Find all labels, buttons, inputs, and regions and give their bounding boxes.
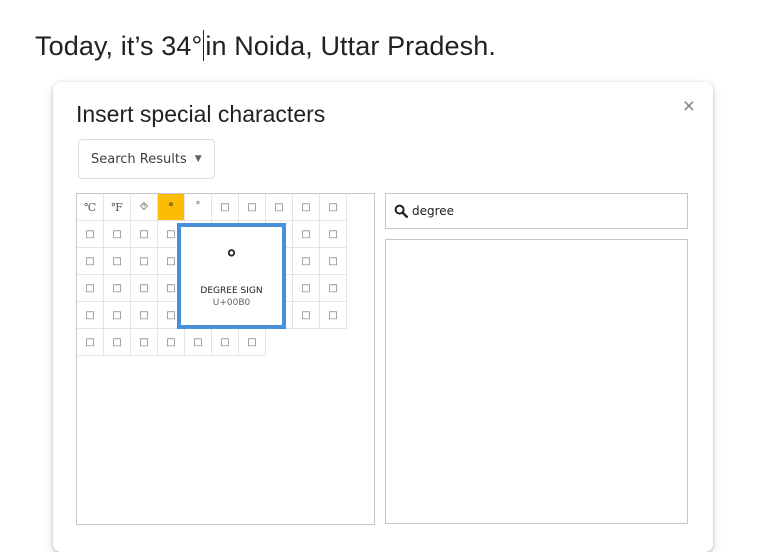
- tooltip-character-code: U+00B0: [212, 298, 251, 308]
- results-panel: [385, 239, 688, 524]
- search-input[interactable]: [412, 204, 672, 218]
- tooltip-character-name: DEGREE SIGN: [200, 286, 263, 296]
- character-search-field[interactable]: [385, 193, 688, 229]
- character-cell[interactable]: □: [320, 248, 347, 275]
- character-cell[interactable]: □: [158, 329, 185, 356]
- character-cell[interactable]: □: [320, 302, 347, 329]
- character-cell[interactable]: □: [239, 329, 266, 356]
- character-cell[interactable]: □: [185, 329, 212, 356]
- character-cell[interactable]: □: [320, 275, 347, 302]
- insert-special-characters-dialog: Insert special characters × Search Resul…: [53, 82, 713, 552]
- character-tooltip: ° DEGREE SIGN U+00B0: [177, 223, 286, 329]
- character-cell[interactable]: □: [131, 329, 158, 356]
- character-cell[interactable]: ˚: [185, 194, 212, 221]
- character-cell[interactable]: □: [293, 194, 320, 221]
- character-cell[interactable]: □: [212, 329, 239, 356]
- character-cell[interactable]: □: [131, 221, 158, 248]
- character-cell[interactable]: □: [131, 302, 158, 329]
- character-cell[interactable]: □: [293, 302, 320, 329]
- character-cell[interactable]: □: [293, 248, 320, 275]
- character-cell[interactable]: □: [77, 221, 104, 248]
- character-cell[interactable]: □: [104, 329, 131, 356]
- category-dropdown[interactable]: Search Results ▼: [78, 139, 215, 179]
- character-cell[interactable]: □: [320, 194, 347, 221]
- search-icon: [394, 204, 408, 218]
- document-text-after-caret: in Noida, Uttar Pradesh.: [205, 31, 496, 61]
- character-cell[interactable]: □: [293, 221, 320, 248]
- character-cell[interactable]: □: [77, 248, 104, 275]
- character-cell[interactable]: □: [320, 221, 347, 248]
- character-cell[interactable]: ℉: [104, 194, 131, 221]
- character-cell[interactable]: °: [158, 194, 185, 221]
- character-cell[interactable]: □: [239, 194, 266, 221]
- character-cell[interactable]: □: [104, 221, 131, 248]
- character-cell[interactable]: ⯑: [131, 194, 158, 221]
- character-cell[interactable]: □: [293, 275, 320, 302]
- tooltip-glyph: °: [226, 247, 237, 272]
- character-cell[interactable]: ℃: [77, 194, 104, 221]
- character-cell[interactable]: □: [104, 248, 131, 275]
- close-icon[interactable]: ×: [683, 96, 695, 117]
- category-dropdown-label: Search Results: [91, 151, 187, 167]
- character-cell[interactable]: □: [104, 302, 131, 329]
- character-cell[interactable]: □: [77, 329, 104, 356]
- character-cell[interactable]: □: [266, 194, 293, 221]
- character-cell[interactable]: □: [104, 275, 131, 302]
- character-cell[interactable]: □: [131, 248, 158, 275]
- character-cell[interactable]: □: [212, 194, 239, 221]
- character-cell[interactable]: □: [77, 302, 104, 329]
- document-text-line[interactable]: Today, it’s 34° in Noida, Uttar Pradesh.: [35, 30, 496, 62]
- character-cell[interactable]: □: [131, 275, 158, 302]
- document-text-before-caret: Today, it’s 34°: [35, 31, 203, 61]
- character-cell[interactable]: □: [77, 275, 104, 302]
- chevron-down-icon: ▼: [194, 154, 202, 164]
- dialog-title: Insert special characters: [76, 101, 326, 127]
